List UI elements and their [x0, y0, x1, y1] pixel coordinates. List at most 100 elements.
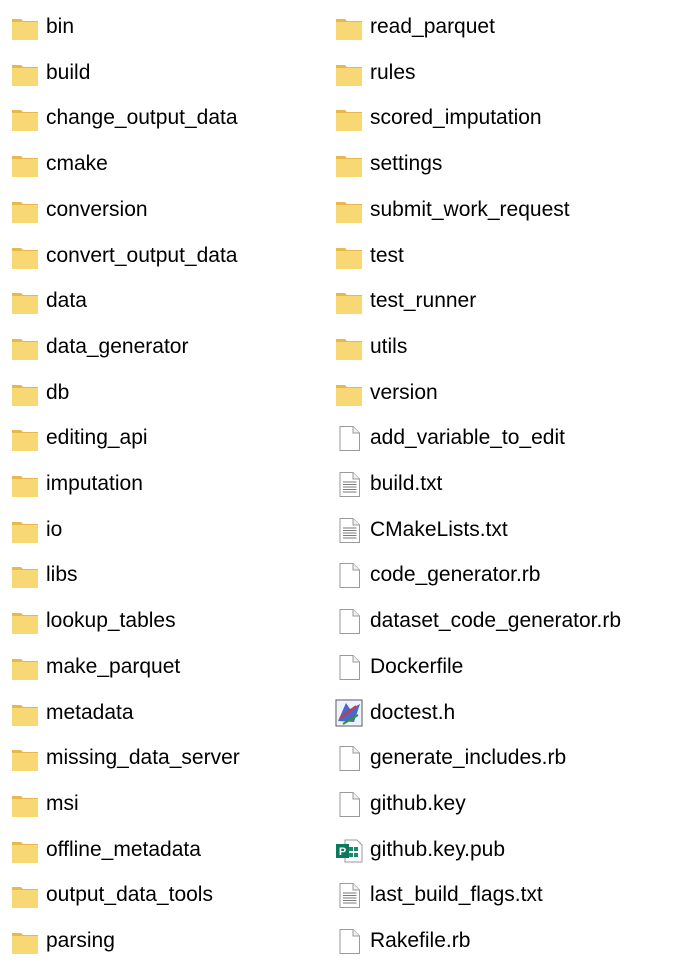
item-label: github.key.pub	[370, 838, 506, 861]
file-item-add-variable-to-edit[interactable]: add_variable_to_edit	[334, 423, 565, 453]
folder-item-data[interactable]: data	[10, 286, 87, 316]
item-label: submit_work_request	[370, 198, 570, 221]
folder-item-rules[interactable]: rules	[334, 58, 416, 88]
folder-icon	[10, 195, 40, 225]
folder-item-db[interactable]: db	[10, 378, 69, 408]
item-label: version	[370, 381, 438, 404]
folder-icon	[334, 378, 364, 408]
item-label: editing_api	[46, 426, 148, 449]
item-label: dataset_code_generator.rb	[370, 609, 622, 632]
folder-item-msi[interactable]: msi	[10, 789, 79, 819]
item-label: test_runner	[370, 289, 477, 312]
item-label: build.txt	[370, 472, 443, 495]
folder-item-data-generator[interactable]: data_generator	[10, 332, 188, 362]
file-item-doctest-h[interactable]: doctest.h	[334, 698, 455, 728]
item-label: parsing	[46, 929, 115, 952]
item-label: missing_data_server	[46, 746, 240, 769]
folder-icon	[10, 241, 40, 271]
folder-icon	[10, 880, 40, 910]
item-label: build	[46, 61, 91, 84]
svg-text:P: P	[339, 846, 346, 858]
text-file-icon	[334, 515, 364, 545]
file-item-dockerfile[interactable]: Dockerfile	[334, 652, 463, 682]
item-label: scored_imputation	[370, 106, 542, 129]
item-label: github.key	[370, 792, 466, 815]
cpp-header-file-icon	[334, 698, 364, 728]
folder-item-editing-api[interactable]: editing_api	[10, 423, 148, 453]
folder-item-test-runner[interactable]: test_runner	[334, 286, 476, 316]
item-label: bin	[46, 15, 75, 38]
item-label: change_output_data	[46, 106, 238, 129]
folder-icon	[10, 515, 40, 545]
item-label: last_build_flags.txt	[370, 883, 543, 906]
folder-icon	[10, 652, 40, 682]
file-icon	[334, 423, 364, 453]
item-label: lookup_tables	[46, 609, 176, 632]
file-item-github-key[interactable]: github.key	[334, 789, 466, 819]
folder-item-bin[interactable]: bin	[10, 12, 74, 42]
folder-icon	[334, 332, 364, 362]
folder-icon	[10, 835, 40, 865]
item-label: make_parquet	[46, 655, 181, 678]
folder-item-scored-imputation[interactable]: scored_imputation	[334, 103, 542, 133]
item-label: data_generator	[46, 335, 189, 358]
folder-item-version[interactable]: version	[334, 378, 438, 408]
file-item-dataset-code-generator-rb[interactable]: dataset_code_generator.rb	[334, 606, 621, 636]
folder-item-parsing[interactable]: parsing	[10, 926, 115, 956]
item-label: doctest.h	[370, 701, 456, 724]
file-item-rakefile-rb[interactable]: Rakefile.rb	[334, 926, 470, 956]
folder-item-test[interactable]: test	[334, 241, 404, 271]
folder-icon	[10, 423, 40, 453]
item-label: test	[370, 244, 404, 267]
folder-item-cmake[interactable]: cmake	[10, 149, 108, 179]
item-label: io	[46, 518, 63, 541]
item-label: data	[46, 289, 87, 312]
folder-item-submit-work-request[interactable]: submit_work_request	[334, 195, 570, 225]
folder-icon	[334, 286, 364, 316]
item-label: cmake	[46, 152, 108, 175]
folder-icon	[10, 12, 40, 42]
file-icon	[334, 606, 364, 636]
folder-item-build[interactable]: build	[10, 58, 90, 88]
file-item-code-generator-rb[interactable]: code_generator.rb	[334, 560, 540, 590]
file-item-build-txt[interactable]: build.txt	[334, 469, 442, 499]
folder-item-make-parquet[interactable]: make_parquet	[10, 652, 180, 682]
folder-item-read-parquet[interactable]: read_parquet	[334, 12, 495, 42]
folder-icon	[10, 286, 40, 316]
item-label: msi	[46, 792, 79, 815]
folder-icon	[10, 606, 40, 636]
file-item-last-build-flags-txt[interactable]: last_build_flags.txt	[334, 880, 543, 910]
folder-item-settings[interactable]: settings	[334, 149, 442, 179]
file-icon	[334, 560, 364, 590]
folder-item-missing-data-server[interactable]: missing_data_server	[10, 743, 240, 773]
folder-item-metadata[interactable]: metadata	[10, 698, 134, 728]
folder-item-utils[interactable]: utils	[334, 332, 407, 362]
folder-icon	[10, 378, 40, 408]
folder-item-imputation[interactable]: imputation	[10, 469, 143, 499]
folder-item-output-data-tools[interactable]: output_data_tools	[10, 880, 213, 910]
item-label: conversion	[46, 198, 148, 221]
folder-item-conversion[interactable]: conversion	[10, 195, 148, 225]
item-label: rules	[370, 61, 416, 84]
folder-item-lookup-tables[interactable]: lookup_tables	[10, 606, 176, 636]
file-item-github-key-pub[interactable]: Pgithub.key.pub	[334, 835, 505, 865]
item-label: offline_metadata	[46, 838, 201, 861]
folder-icon	[334, 149, 364, 179]
folder-icon	[10, 149, 40, 179]
folder-icon	[10, 743, 40, 773]
folder-item-offline-metadata[interactable]: offline_metadata	[10, 835, 201, 865]
folder-icon	[10, 698, 40, 728]
folder-item-libs[interactable]: libs	[10, 560, 78, 590]
folder-item-convert-output-data[interactable]: convert_output_data	[10, 241, 237, 271]
folder-icon	[10, 469, 40, 499]
item-label: settings	[370, 152, 443, 175]
folder-icon	[10, 560, 40, 590]
file-item-generate-includes-rb[interactable]: generate_includes.rb	[334, 743, 566, 773]
folder-icon	[10, 103, 40, 133]
text-file-icon	[334, 880, 364, 910]
file-item-cmakelists-txt[interactable]: CMakeLists.txt	[334, 515, 508, 545]
folder-item-io[interactable]: io	[10, 515, 62, 545]
item-label: db	[46, 381, 70, 404]
item-label: code_generator.rb	[370, 563, 541, 586]
folder-item-change-output-data[interactable]: change_output_data	[10, 103, 238, 133]
